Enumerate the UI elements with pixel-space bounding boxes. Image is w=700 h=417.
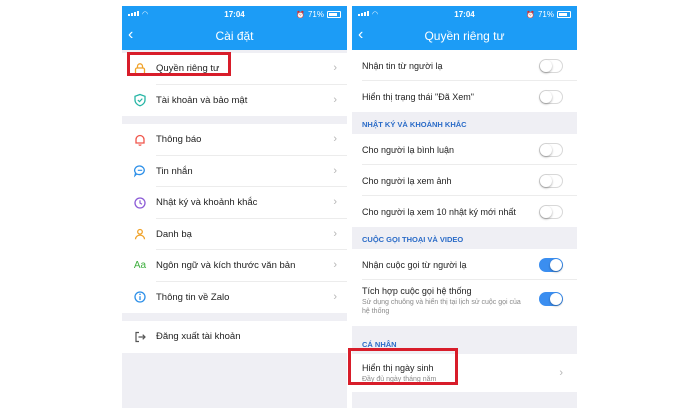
menu-item-contacts[interactable]: Danh bạ › (122, 218, 347, 250)
chevron-right-icon: › (333, 290, 337, 303)
toggle-switch[interactable] (539, 173, 563, 188)
logout-icon (132, 329, 148, 345)
setting-label: Cho người lạ xem 10 nhật ký mới nhất (362, 206, 516, 217)
logout-button[interactable]: Đăng xuất tài khoản (122, 321, 347, 353)
chevron-right-icon: › (333, 164, 337, 177)
section-header-personal: CÁ NHÂN (362, 340, 397, 349)
page-title: Cài đặt (215, 29, 254, 43)
menu-item-label: Quyền riêng tư (156, 63, 220, 75)
chevron-right-icon: › (333, 227, 337, 240)
info-icon (132, 289, 148, 305)
setting-label: Hiển thị trạng thái "Đã Xem" (362, 91, 474, 102)
menu-item-label: Ngôn ngữ và kích thước văn bản (156, 260, 296, 272)
toggle-switch[interactable] (539, 142, 563, 157)
bell-icon (132, 132, 148, 148)
chevron-right-icon: › (333, 133, 337, 145)
menu-item-about[interactable]: Thông tin về Zalo › (122, 281, 347, 313)
alarm-icon: ⏰ (296, 11, 305, 19)
chevron-right-icon: › (559, 367, 563, 379)
section-header-journal: NHẬT KÝ VÀ KHOẢNH KHẮC (362, 120, 467, 129)
setting-strangers-comment: Cho người lạ bình luận (352, 134, 577, 165)
status-bar: ◠ 17:04 ⏰ 71% (122, 6, 347, 22)
setting-receive-calls-from-strangers: Nhận cuộc gọi từ người lạ (352, 249, 577, 280)
battery-percent: 71% (307, 10, 324, 19)
setting-description: Sử dụng chuông và hiển thị tại lịch sử c… (362, 299, 521, 315)
chevron-right-icon: › (333, 93, 337, 106)
menu-item-account-security[interactable]: Tài khoản và bảo mật › (122, 84, 347, 116)
setting-strangers-view-journal: Cho người lạ xem 10 nhật ký mới nhất (352, 196, 577, 227)
page-title: Quyền riêng tư (424, 29, 505, 43)
nav-bar: ‹ Cài đặt (122, 22, 347, 50)
setting-label: Cho người lạ xem ảnh (362, 175, 452, 186)
setting-label: Tích hợp cuộc gọi hệ thống (362, 286, 472, 296)
menu-item-privacy[interactable]: Quyền riêng tư › (122, 53, 347, 85)
setting-receive-messages-from-strangers: Nhận tin từ người lạ (352, 50, 577, 81)
setting-label: Cho người lạ bình luận (362, 144, 454, 155)
toggle-switch[interactable] (539, 257, 563, 272)
settings-screen: ◠ 17:04 ⏰ 71% ‹ Cài đặt Quyền riêng tư ›… (122, 6, 347, 408)
menu-item-label: Tin nhắn (156, 165, 193, 177)
message-icon (132, 163, 148, 179)
menu-item-label: Tài khoản và bảo mật (156, 94, 248, 106)
toggle-switch[interactable] (539, 89, 563, 104)
menu-item-label: Thông tin về Zalo (156, 291, 230, 303)
lock-icon (132, 61, 148, 77)
setting-value: Đầy đủ ngày tháng năm (362, 375, 437, 383)
chevron-right-icon: › (333, 259, 337, 271)
alarm-icon: ⏰ (526, 11, 535, 19)
toggle-switch[interactable] (539, 292, 563, 306)
privacy-screen: ◠ 17:04 ⏰ 71% ‹ Quyền riêng tư Nhận tin … (352, 6, 577, 408)
menu-item-label: Danh bạ (156, 228, 192, 240)
setting-label: Nhận tin từ người lạ (362, 60, 443, 71)
font-size-icon: Aa (133, 260, 147, 272)
setting-label: Nhận cuộc gọi từ người lạ (362, 259, 467, 270)
setting-strangers-view-photos: Cho người lạ xem ảnh (352, 165, 577, 196)
chevron-right-icon: › (333, 62, 337, 74)
clock-icon (132, 195, 148, 211)
toggle-switch[interactable] (539, 58, 563, 73)
battery-percent: 71% (537, 10, 554, 19)
setting-show-birthday[interactable]: Hiển thị ngày sinh Đầy đủ ngày tháng năm… (352, 354, 577, 392)
setting-label: Hiển thị ngày sinh (362, 362, 434, 373)
battery-icon (557, 11, 571, 18)
shield-icon (132, 92, 148, 108)
menu-item-label: Nhật ký và khoảnh khắc (156, 197, 258, 209)
menu-item-notifications[interactable]: Thông báo › (122, 124, 347, 156)
menu-item-language[interactable]: Aa Ngôn ngữ và kích thước văn bản › (122, 250, 347, 282)
toggle-switch[interactable] (539, 204, 563, 219)
setting-show-seen-status: Hiển thị trạng thái "Đã Xem" (352, 81, 577, 112)
menu-item-journal[interactable]: Nhật ký và khoảnh khắc › (122, 187, 347, 219)
logout-label: Đăng xuất tài khoản (156, 331, 241, 343)
nav-bar: ‹ Quyền riêng tư (352, 22, 577, 50)
setting-system-call-integration: Tích hợp cuộc gọi hệ thống Sử dụng chuôn… (352, 280, 577, 326)
menu-item-label: Thông báo (156, 134, 202, 146)
chevron-right-icon: › (333, 196, 337, 208)
contacts-icon (132, 226, 148, 242)
status-bar: ◠ 17:04 ⏰ 71% (352, 6, 577, 22)
section-header-calls: CUỘC GỌI THOẠI VÀ VIDEO (362, 235, 464, 244)
battery-icon (327, 11, 341, 18)
menu-item-messages[interactable]: Tin nhắn › (122, 155, 347, 187)
